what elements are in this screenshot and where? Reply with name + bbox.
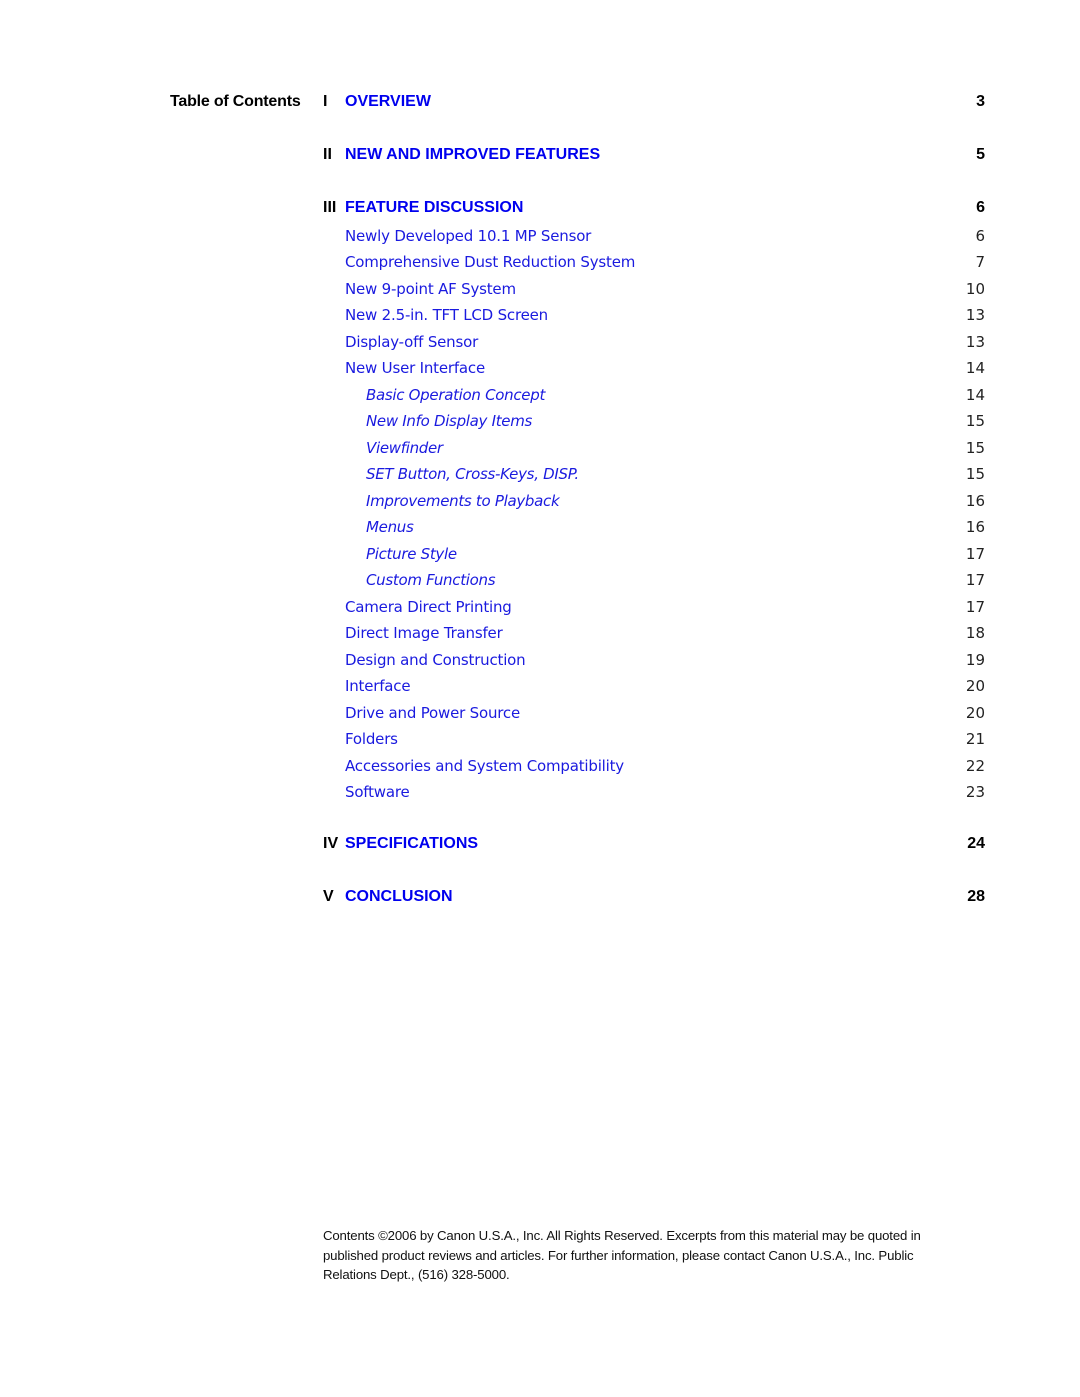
entry-link[interactable]: Viewfinder bbox=[366, 439, 443, 457]
toc-entry: Display-off Sensor 13 bbox=[323, 333, 985, 353]
toc-entry: Improvements to Playback 16 bbox=[323, 492, 985, 512]
page-number: 15 bbox=[965, 412, 985, 430]
toc-entry: Interface 20 bbox=[323, 677, 985, 697]
page-number: 22 bbox=[965, 756, 985, 775]
entry-link[interactable]: Newly Developed 10.1 MP Sensor bbox=[345, 227, 591, 245]
entry-link[interactable]: Display-off Sensor bbox=[345, 333, 478, 351]
page-number: 16 bbox=[965, 518, 985, 536]
entry-link[interactable]: Improvements to Playback bbox=[366, 492, 560, 510]
section-link[interactable]: CONCLUSION bbox=[345, 888, 453, 906]
page-number: 16 bbox=[965, 491, 985, 510]
toc-entry: New Info Display Items 15 bbox=[323, 412, 985, 432]
page-number: 6 bbox=[976, 199, 985, 216]
page-number: 28 bbox=[967, 888, 985, 905]
toc-section: III FEATURE DISCUSSION 6 bbox=[323, 199, 985, 219]
toc-section: II NEW AND IMPROVED FEATURES 5 bbox=[323, 146, 985, 166]
toc-section: I OVERVIEW 3 bbox=[323, 93, 985, 113]
entry-link[interactable]: Accessories and System Compatibility bbox=[345, 757, 624, 775]
toc-entry: New 9-point AF System 10 bbox=[323, 280, 985, 300]
entry-link[interactable]: Camera Direct Printing bbox=[345, 598, 512, 616]
toc-entry: Custom Functions 17 bbox=[323, 571, 985, 591]
toc-entry: New 2.5-in. TFT LCD Screen 13 bbox=[323, 306, 985, 326]
page-number: 14 bbox=[965, 385, 985, 404]
page-number: 17 bbox=[965, 571, 985, 589]
entry-link[interactable]: Folders bbox=[345, 730, 398, 748]
toc-heading: Table of Contents bbox=[170, 93, 301, 110]
toc-entry: New User Interface 14 bbox=[323, 359, 985, 379]
page-number: 13 bbox=[965, 306, 985, 324]
toc-entry: SET Button, Cross-Keys, DISP. 15 bbox=[323, 465, 985, 485]
entry-link[interactable]: New User Interface bbox=[345, 359, 485, 377]
entry-link[interactable]: Design and Construction bbox=[345, 651, 526, 669]
entry-link[interactable]: Interface bbox=[345, 677, 411, 695]
entry-link[interactable]: Software bbox=[345, 783, 410, 801]
section-number: III bbox=[323, 199, 337, 216]
toc-entry: Accessories and System Compatibility 22 bbox=[323, 757, 985, 777]
section-link[interactable]: FEATURE DISCUSSION bbox=[345, 199, 523, 217]
entry-link[interactable]: Basic Operation Concept bbox=[366, 386, 545, 404]
toc-entry: Basic Operation Concept 14 bbox=[323, 386, 985, 406]
page-number: 3 bbox=[976, 93, 985, 110]
page-number: 20 bbox=[965, 703, 985, 722]
entry-link[interactable]: Menus bbox=[366, 518, 414, 536]
toc-entry: Drive and Power Source 20 bbox=[323, 704, 985, 724]
entry-link[interactable]: Comprehensive Dust Reduction System bbox=[345, 253, 635, 271]
page-number: 20 bbox=[965, 677, 985, 695]
entry-link[interactable]: Direct Image Transfer bbox=[345, 624, 503, 642]
section-number: I bbox=[323, 93, 328, 110]
page-number: 7 bbox=[975, 253, 985, 271]
page-number: 15 bbox=[965, 438, 985, 457]
section-number: V bbox=[323, 888, 334, 905]
toc-entry: Viewfinder 15 bbox=[323, 439, 985, 459]
entry-link[interactable]: New 9-point AF System bbox=[345, 280, 516, 298]
toc-entry: Camera Direct Printing 17 bbox=[323, 598, 985, 618]
toc-entry: Folders 21 bbox=[323, 730, 985, 750]
page-number: 18 bbox=[965, 624, 985, 642]
toc-entry: Newly Developed 10.1 MP Sensor 6 bbox=[323, 227, 985, 247]
section-link[interactable]: NEW AND IMPROVED FEATURES bbox=[345, 146, 600, 164]
page-number: 14 bbox=[965, 359, 985, 377]
section-number: IV bbox=[323, 835, 339, 852]
toc-entry: Software 23 bbox=[323, 783, 985, 803]
entry-link[interactable]: Picture Style bbox=[366, 545, 457, 563]
entry-link[interactable]: New Info Display Items bbox=[366, 412, 532, 430]
entry-link[interactable]: Drive and Power Source bbox=[345, 704, 520, 722]
toc-entry: Design and Construction 19 bbox=[323, 651, 985, 671]
page-number: 5 bbox=[976, 146, 985, 163]
toc-entry: Menus 16 bbox=[323, 518, 985, 538]
page-number: 24 bbox=[967, 835, 985, 852]
toc-entry: Comprehensive Dust Reduction System 7 bbox=[323, 253, 985, 273]
page-number: 10 bbox=[965, 279, 985, 298]
toc-section: IV SPECIFICATIONS 24 bbox=[323, 835, 985, 855]
page-number: 6 bbox=[975, 226, 985, 245]
entry-link[interactable]: SET Button, Cross-Keys, DISP. bbox=[366, 465, 579, 483]
page-number: 17 bbox=[965, 597, 985, 616]
page-number: 17 bbox=[965, 544, 985, 563]
toc-section: V CONCLUSION 28 bbox=[323, 888, 985, 908]
page-number: 15 bbox=[965, 465, 985, 483]
section-link[interactable]: SPECIFICATIONS bbox=[345, 835, 478, 853]
toc-entry: Direct Image Transfer 18 bbox=[323, 624, 985, 644]
toc-entry: Picture Style 17 bbox=[323, 545, 985, 565]
page-number: 23 bbox=[965, 783, 985, 801]
entry-link[interactable]: New 2.5-in. TFT LCD Screen bbox=[345, 306, 548, 324]
entry-link[interactable]: Custom Functions bbox=[366, 571, 496, 589]
page-number: 21 bbox=[965, 730, 985, 748]
page-number: 19 bbox=[965, 650, 985, 669]
page-number: 13 bbox=[965, 332, 985, 351]
section-number: II bbox=[323, 146, 332, 163]
section-link[interactable]: OVERVIEW bbox=[345, 93, 431, 111]
copyright-footer: Contents ©2006 by Canon U.S.A., Inc. All… bbox=[323, 1228, 921, 1282]
